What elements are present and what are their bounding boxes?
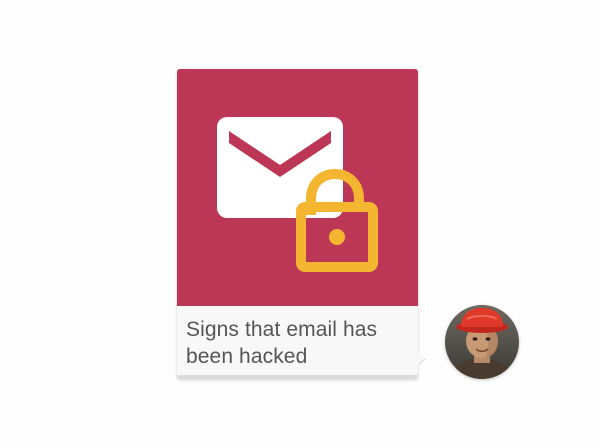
post-thumbnail[interactable] — [177, 69, 418, 306]
envelope-unlocked-padlock-icon — [177, 69, 418, 306]
bubble-tail — [418, 352, 425, 364]
avatar-person-red-cap-icon — [445, 305, 519, 379]
chat-stage: Signs that email has been hacked — [0, 0, 600, 448]
post-card[interactable]: Signs that email has been hacked — [177, 69, 425, 378]
post-title: Signs that email has been hacked — [186, 318, 378, 368]
author-avatar[interactable] — [445, 305, 519, 379]
post-caption[interactable]: Signs that email has been hacked — [177, 306, 418, 378]
